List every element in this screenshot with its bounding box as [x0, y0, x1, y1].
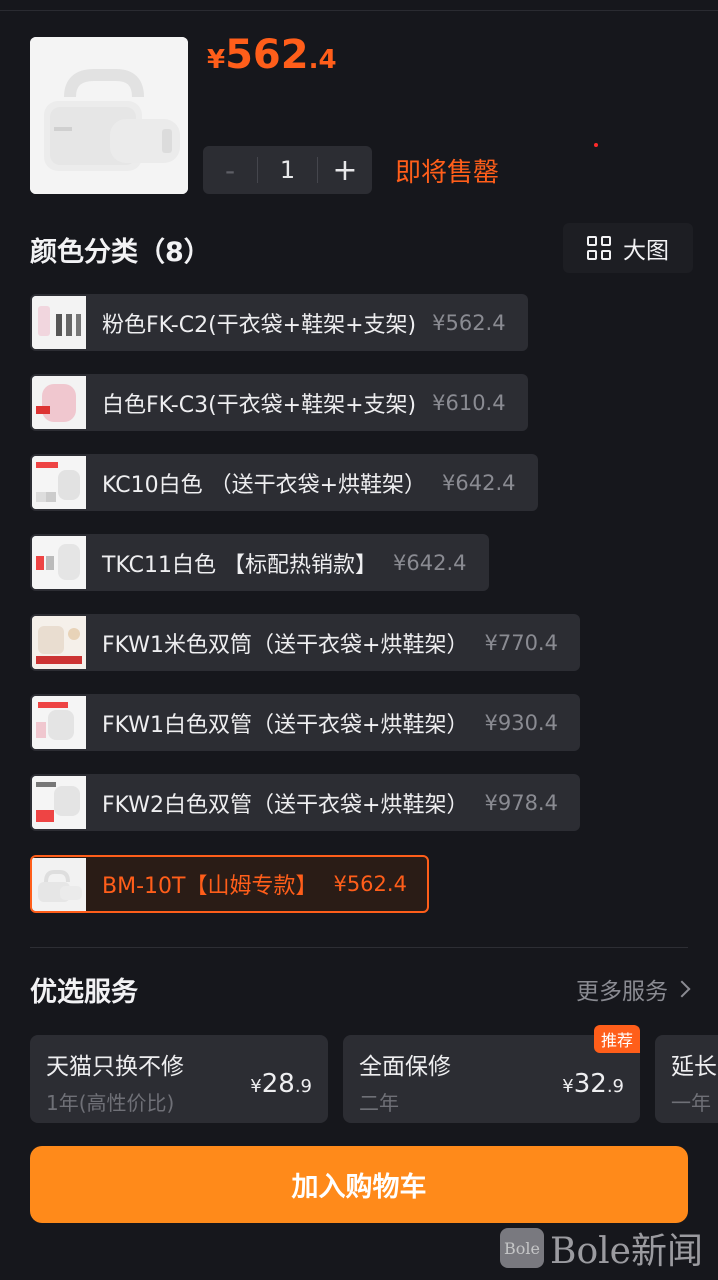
- variant-price: ¥642.4: [442, 470, 516, 495]
- quantity-stepper: - 1 +: [203, 146, 372, 194]
- variant-option[interactable]: KC10白色 （送干衣袋+烘鞋架） ¥642.4: [30, 454, 538, 511]
- service-card[interactable]: 天猫只换不修 1年(高性价比) ¥28.9: [30, 1035, 328, 1123]
- variant-thumbnail: [32, 776, 86, 829]
- services-title: 优选服务: [30, 977, 138, 1008]
- chevron-right-icon: [673, 980, 691, 998]
- service-name: 延长: [671, 1054, 717, 1080]
- variant-label: 白色FK-C3(干衣袋+鞋架+支架): [102, 392, 417, 418]
- stock-status: 即将售罄: [395, 158, 500, 188]
- variant-price: ¥930.4: [484, 710, 558, 735]
- grid-icon: [587, 236, 611, 260]
- service-name: 全面保修: [359, 1054, 451, 1080]
- recommend-badge: 推荐: [593, 1025, 640, 1053]
- variant-label: 粉色FK-C2(干衣袋+鞋架+支架): [102, 312, 417, 338]
- service-card[interactable]: 延长 一年: [655, 1035, 718, 1123]
- watermark-text: Bole新闻: [550, 1231, 703, 1272]
- service-term: 1年(高性价比): [46, 1091, 175, 1115]
- service-name: 天猫只换不修: [46, 1054, 184, 1080]
- watermark: Bole Bole新闻: [500, 1222, 703, 1274]
- variant-thumbnail: [32, 696, 86, 749]
- variant-option[interactable]: FKW1白色双管（送干衣袋+烘鞋架） ¥930.4: [30, 694, 580, 751]
- variant-thumbnail: [32, 857, 86, 911]
- product-price: ¥562.4: [207, 32, 337, 78]
- variant-thumbnail: [32, 456, 86, 509]
- variant-thumbnail: [32, 536, 86, 589]
- more-services-label: 更多服务: [576, 979, 668, 1005]
- variant-option[interactable]: TKC11白色 【标配热销款】 ¥642.4: [30, 534, 489, 591]
- service-price: ¥32.9: [562, 1069, 624, 1099]
- variant-option[interactable]: 白色FK-C3(干衣袋+鞋架+支架) ¥610.4: [30, 374, 528, 431]
- service-card[interactable]: 推荐 全面保修 二年 ¥32.9: [343, 1025, 640, 1123]
- variant-label: FKW2白色双管（送干衣袋+烘鞋架）: [102, 792, 469, 818]
- more-services-link[interactable]: 更多服务: [576, 972, 691, 1006]
- service-term: 一年: [671, 1091, 711, 1115]
- variant-option-selected[interactable]: BM-10T【山姆专款】 ¥562.4: [30, 855, 429, 913]
- variant-price: ¥610.4: [432, 390, 506, 415]
- variant-label: FKW1米色双筒（送干衣袋+烘鞋架）: [102, 632, 469, 658]
- service-term: 二年: [359, 1091, 399, 1115]
- product-image[interactable]: [30, 37, 188, 194]
- variant-price: ¥562.4: [333, 872, 407, 896]
- large-view-label: 大图: [623, 238, 669, 264]
- variant-option[interactable]: FKW2白色双管（送干衣袋+烘鞋架） ¥978.4: [30, 774, 580, 831]
- service-price: ¥28.9: [250, 1069, 312, 1099]
- color-section-title: 颜色分类（8）: [30, 237, 211, 268]
- variant-label: KC10白色 （送干衣袋+烘鞋架）: [102, 472, 427, 498]
- add-to-cart-button[interactable]: 加入购物车: [30, 1146, 688, 1223]
- variant-option[interactable]: FKW1米色双筒（送干衣袋+烘鞋架） ¥770.4: [30, 614, 580, 671]
- watermark-logo: Bole: [500, 1228, 544, 1268]
- variant-price: ¥770.4: [484, 630, 558, 655]
- variant-price: ¥642.4: [393, 550, 467, 575]
- variant-thumbnail: [32, 616, 86, 669]
- quantity-increase-button[interactable]: +: [318, 153, 372, 188]
- variant-price: ¥562.4: [432, 310, 506, 335]
- variant-option[interactable]: 粉色FK-C2(干衣袋+鞋架+支架) ¥562.4: [30, 294, 528, 351]
- variant-thumbnail: [32, 296, 86, 349]
- red-dot: [594, 143, 598, 147]
- variant-label: TKC11白色 【标配热销款】: [102, 552, 378, 578]
- variant-label: FKW1白色双管（送干衣袋+烘鞋架）: [102, 712, 469, 738]
- quantity-decrease-button[interactable]: -: [203, 154, 257, 187]
- variant-thumbnail: [32, 376, 86, 429]
- large-view-toggle[interactable]: 大图: [563, 223, 693, 273]
- top-divider: [0, 10, 718, 11]
- variant-label: BM-10T【山姆专款】: [102, 874, 318, 899]
- section-divider: [30, 947, 688, 948]
- variant-price: ¥978.4: [484, 790, 558, 815]
- quantity-value[interactable]: 1: [258, 156, 317, 184]
